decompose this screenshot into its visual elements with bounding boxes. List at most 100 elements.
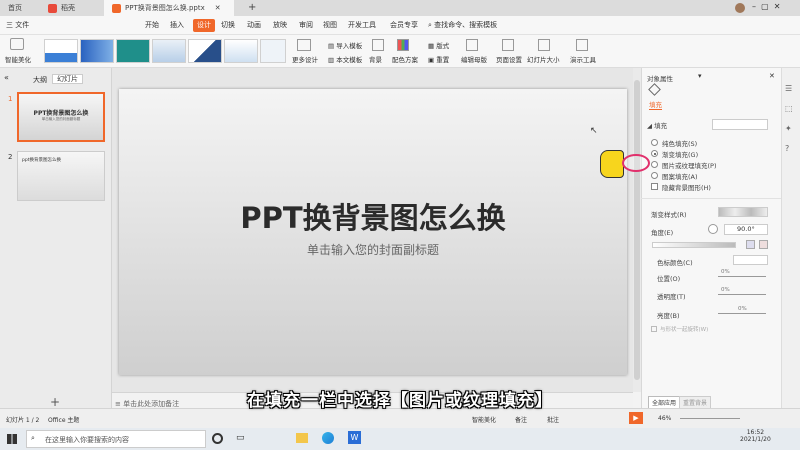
fill-color-dropdown[interactable] [712,119,768,130]
taskbar-search-placeholder[interactable]: 在这里输入你要搜索的内容 [45,435,129,445]
avatar[interactable] [735,3,745,13]
click-highlight-ring [622,154,650,172]
slide-title[interactable]: PPT换背景图怎么换 [119,195,627,237]
gradient-fill-radio[interactable] [651,150,658,157]
brightness-slider[interactable] [718,313,766,314]
menu-review[interactable]: 审阅 [299,16,313,35]
text-template-button[interactable]: ▥ 本文模板 [328,54,362,64]
picture-fill-label[interactable]: 图片或纹理填充(P) [662,160,717,170]
import-template-button[interactable]: ▤ 导入模板 [328,40,362,50]
panel-dropdown-icon[interactable]: ▾ [698,72,702,80]
slide-size-button[interactable]: 幻灯片大小 [527,54,560,64]
status-comment-button[interactable]: 批注 [547,415,559,424]
zoom-slider[interactable] [680,418,740,419]
menu-insert[interactable]: 插入 [170,16,184,35]
gradient-stop-bar[interactable] [652,242,736,248]
design-template-6[interactable] [224,39,258,63]
fill-tab[interactable]: 填充 [649,99,662,110]
design-template-5[interactable] [188,39,222,63]
menu-file[interactable]: 三 文件 [6,16,29,35]
angle-label: 角度(E) [651,229,674,237]
edge-browser-icon[interactable] [322,432,334,444]
play-slideshow-icon[interactable]: ▶ [629,412,643,424]
page-setup-button[interactable]: 页面设置 [496,54,522,64]
hide-bg-label[interactable]: 隐藏背景图形(H) [662,182,711,192]
panel-close-icon[interactable]: ✕ [769,72,775,80]
pattern-fill-label[interactable]: 图案填充(A) [662,171,698,181]
select-icon[interactable]: ⬚ [785,104,793,113]
design-template-4[interactable] [152,39,186,63]
slide-subtitle[interactable]: 单击输入您的封面副标题 [119,241,627,258]
color-scheme-icon [397,39,409,51]
layout-label: 版式 [436,42,450,50]
picture-fill-radio[interactable] [651,161,658,168]
solid-fill-radio[interactable] [651,139,658,146]
layout-button[interactable]: ▦ 版式 [428,40,449,50]
slides-tab[interactable]: 幻灯片 [52,74,83,84]
gradient-fill-label[interactable]: 渐变填充(G) [662,149,698,159]
docer-icon [48,3,57,13]
tab-home-label: 首页 [8,4,22,12]
help-icon[interactable]: ? [785,144,789,153]
status-beautify-button[interactable]: 智能美化 [472,415,496,424]
file-explorer-icon[interactable] [296,433,308,443]
design-template-3[interactable] [116,39,150,63]
reset-button[interactable]: ▣ 重置 [428,54,449,64]
tab-docer[interactable]: 稻壳 [40,0,100,16]
wps-taskbar-icon[interactable]: W [348,431,361,444]
more-design-button[interactable]: 更多设计 [292,54,318,64]
design-template-2[interactable] [80,39,114,63]
search-command[interactable]: ⌕ 查找命令、搜索模板 [428,16,497,35]
collapse-panel-icon[interactable]: « [4,73,9,82]
window-controls[interactable]: – ▢ ✕ [752,2,780,11]
position-slider[interactable] [718,276,766,277]
color-scheme-button[interactable]: 配色方案 [392,54,418,64]
slide-thumbnail-2[interactable]: ppt换背景图怎么换 [17,151,105,201]
smart-beautify-button[interactable]: 智能美化 [5,54,31,64]
menu-member[interactable]: 会员专享 [390,16,418,35]
angle-input[interactable]: 90.0° [724,224,768,235]
slide-thumbnail-1[interactable]: PPT换背景图怎么换 单击输入您的封面副标题 [17,92,105,142]
stop-color-dropdown[interactable] [733,255,768,265]
gradient-style-selector[interactable] [718,207,768,217]
slide-canvas[interactable]: PPT换背景图怎么换 单击输入您的封面副标题 [119,89,627,375]
reset-icon: ▣ [428,56,437,64]
menu-animation[interactable]: 动画 [247,16,261,35]
properties-icon[interactable]: ☰ [785,84,792,93]
system-clock[interactable]: 16:52 2021/1/20 [740,429,771,443]
windows-start-icon[interactable] [7,434,17,444]
close-tab-icon[interactable]: ✕ [215,4,221,12]
solid-fill-label[interactable]: 纯色填充(S) [662,138,697,148]
cortana-icon[interactable] [212,433,223,444]
design-template-1[interactable] [44,39,78,63]
tab-home[interactable]: 首页 [0,0,40,16]
pattern-fill-radio[interactable] [651,172,658,179]
remove-stop-icon[interactable] [759,240,768,249]
tab-document[interactable]: PPT换背景图怎么换.pptx ✕ [104,0,234,16]
more-design-icon [297,39,311,51]
outline-tab[interactable]: 大纲 [33,75,47,85]
hide-bg-checkbox[interactable] [651,183,658,190]
menu-developer[interactable]: 开发工具 [348,16,376,35]
transparency-slider[interactable] [718,294,766,295]
status-remark-button[interactable]: 备注 [515,415,527,424]
design-template-7[interactable] [260,39,286,63]
menu-slideshow[interactable]: 放映 [273,16,287,35]
scrollbar-thumb[interactable] [634,80,640,380]
fill-section-header[interactable]: ◢ 填充 [647,120,667,130]
menu-transition[interactable]: 切换 [221,16,235,35]
edit-master-button[interactable]: 编辑母版 [461,54,487,64]
menu-view[interactable]: 视图 [323,16,337,35]
transparency-label: 透明度(T) [657,293,686,301]
add-stop-icon[interactable] [746,240,755,249]
task-view-icon[interactable]: ▭ [236,433,245,443]
menu-design[interactable]: 设计 [193,19,215,32]
rotate-checkbox[interactable] [651,326,657,332]
menu-start[interactable]: 开始 [145,16,159,35]
background-button[interactable]: 背景 [369,54,382,64]
rotate-label[interactable]: 与形状一起旋转(W) [660,325,708,333]
new-tab-button[interactable]: + [240,0,256,16]
angle-dial[interactable] [708,224,718,234]
animation-icon[interactable]: ✦ [785,124,792,133]
presentation-tools-button[interactable]: 演示工具 [570,54,596,64]
